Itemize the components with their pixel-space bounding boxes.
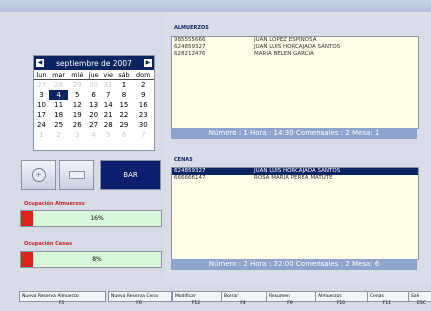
weekday-header: jue <box>86 70 102 80</box>
weekday-header: sáb <box>115 70 133 80</box>
weekday-header: mié <box>68 70 87 80</box>
next-month-button[interactable]: ▶ <box>143 59 152 67</box>
calendar-day[interactable]: 28 <box>49 80 68 91</box>
calendar-day[interactable]: 4 <box>86 130 101 140</box>
reservation-name: JUAN LUIS HORCAJADA SANTOS <box>254 44 341 50</box>
reservation-row[interactable]: 628212476 MARIA BELEN GARCIA <box>172 51 418 58</box>
reservation-row[interactable]: 985555666 JUAN LOPEZ ESPINOSA <box>172 37 418 44</box>
calendar-day[interactable]: 18 <box>49 110 68 120</box>
prev-month-button[interactable]: ◀ <box>36 59 44 67</box>
reservation-row[interactable]: 666666147 ROSA MARIA PEREA MATUTE <box>172 175 418 182</box>
dinner-occupancy-fill <box>21 252 33 267</box>
calendar-day[interactable]: 14 <box>101 100 115 110</box>
calendar-day[interactable]: 27 <box>86 120 101 130</box>
lunch-section-title: ALMUERZOS <box>174 25 209 31</box>
minus-icon <box>68 171 85 179</box>
lunch-occupancy-fill <box>21 211 33 226</box>
reservation-name: MARIA BELEN GARCIA <box>254 51 314 57</box>
reservation-phone: 666666147 <box>174 175 206 181</box>
weekday-header: lun <box>34 70 49 80</box>
calendar-day[interactable]: 9 <box>132 90 154 100</box>
lunch-occupancy-bar: 16% <box>20 210 162 227</box>
reservation-name: JUAN LOPEZ ESPINOSA <box>254 37 317 43</box>
dinner-occupancy-label: Ocupación Cenas <box>24 241 73 247</box>
bar-button-label: BAR <box>123 171 138 179</box>
calendar-day[interactable]: 25 <box>49 120 68 130</box>
calendar-day[interactable]: 11 <box>49 100 68 110</box>
calendar-day[interactable]: 7 <box>132 130 154 140</box>
weekday-header: mar <box>48 70 69 80</box>
function-key-label: F9 <box>287 301 293 306</box>
function-key-label: F4 <box>240 301 246 306</box>
lunch-summary: Número : 1 Hora : 14:30 Comensales : 2 M… <box>171 128 417 139</box>
calendar-day[interactable]: 3 <box>68 130 86 140</box>
calendar-day[interactable]: 5 <box>68 90 86 100</box>
reservation-row[interactable]: 624859327 JUAN LUIS HORCAJADA SANTOS <box>172 168 418 175</box>
calendar-month-label: septiembre de 2007 <box>56 58 132 68</box>
title-bar <box>0 0 431 12</box>
calendar-day[interactable]: 13 <box>86 100 101 110</box>
calendar-day[interactable]: 1 <box>34 130 49 140</box>
weekday-header: vie <box>101 70 116 80</box>
calendar-day[interactable]: 15 <box>115 100 132 110</box>
calendar-day[interactable]: 12 <box>68 100 86 110</box>
reservation-row[interactable]: 624859327 JUAN LUIS HORCAJADA SANTOS <box>172 44 418 51</box>
calendar-day[interactable]: 4 <box>48 90 69 100</box>
function-key-label: F10 <box>336 301 346 306</box>
lunch-reservations-list[interactable]: 985555666 JUAN LOPEZ ESPINOSA 624859327 JUA… <box>171 36 419 129</box>
lunch-occupancy-label: Ocupación Almuerzos <box>24 201 85 207</box>
calendar-day[interactable]: 29 <box>115 120 132 130</box>
calendar-day[interactable]: 10 <box>34 100 49 110</box>
calendar-grid: lun mar mié jue vie sáb dom 27 28 29 30 31 1 2 3 4 5 6 7 8… <box>34 70 154 140</box>
bar-button[interactable]: BAR <box>100 160 161 190</box>
calendar-day[interactable]: 8 <box>115 90 132 100</box>
calendar-day[interactable]: 28 <box>101 120 115 130</box>
lunch-occupancy-value: 16% <box>90 215 104 222</box>
calendar[interactable]: ◀ septiembre de 2007 ▶ lun mar mié jue vie sá… <box>33 55 155 151</box>
calendar-day[interactable]: 6 <box>115 130 132 140</box>
calendar-day[interactable]: 30 <box>132 120 154 130</box>
reservation-name: JUAN LUIS HORCAJADA SANTOS <box>254 168 341 174</box>
calendar-day[interactable]: 5 <box>101 130 115 140</box>
calendar-day[interactable]: 26 <box>68 120 86 130</box>
calendar-header: ◀ septiembre de 2007 ▶ <box>34 56 154 70</box>
calendar-day[interactable]: 3 <box>34 90 49 100</box>
calendar-day[interactable]: 29 <box>68 80 86 91</box>
reservation-name: ROSA MARIA PEREA MATUTE <box>254 175 333 181</box>
weekday-header: dom <box>132 70 154 80</box>
calendar-day[interactable]: 7 <box>101 90 115 100</box>
remove-button[interactable] <box>59 160 94 190</box>
function-key-label: ESC <box>417 301 426 306</box>
calendar-day[interactable]: 21 <box>101 110 115 120</box>
calendar-day[interactable]: 19 <box>68 110 86 120</box>
calendar-day[interactable]: 27 <box>34 80 49 91</box>
add-button[interactable]: + <box>21 160 56 190</box>
function-key-label: F5 <box>58 301 65 306</box>
plus-icon: + <box>31 168 46 182</box>
dinner-reservations-list[interactable]: 624859327 JUAN LUIS HORCAJADA SANTOS 66666… <box>171 167 419 260</box>
calendar-day[interactable]: 20 <box>86 110 101 120</box>
calendar-day[interactable]: 2 <box>132 80 154 91</box>
calendar-day[interactable]: 30 <box>86 80 101 91</box>
calendar-day[interactable]: 2 <box>49 130 68 140</box>
function-key-label: F12 <box>191 301 201 306</box>
calendar-day[interactable]: 6 <box>86 90 101 100</box>
calendar-day[interactable]: 16 <box>132 100 154 110</box>
calendar-day[interactable]: 23 <box>132 110 154 120</box>
dinner-occupancy-bar: 8% <box>20 251 162 268</box>
reservation-phone: 624859327 <box>174 168 206 174</box>
calendar-day[interactable]: 22 <box>115 110 132 120</box>
calendar-day[interactable]: 24 <box>34 120 49 130</box>
reservation-phone: 985555666 <box>174 37 206 43</box>
calendar-day[interactable]: 1 <box>115 80 132 91</box>
calendar-day[interactable]: 17 <box>34 110 49 120</box>
dinner-summary: Número : 2 Hora : 22:00 Comensales : 2 M… <box>171 259 417 270</box>
function-key-label: F6 <box>136 301 142 306</box>
calendar-day[interactable]: 31 <box>101 80 115 91</box>
dinner-section-title: CENAS <box>174 157 193 163</box>
dinner-occupancy-value: 8% <box>92 256 102 263</box>
reservation-phone: 624859327 <box>174 44 206 50</box>
function-key-label: F11 <box>382 301 392 306</box>
reservation-phone: 628212476 <box>174 51 206 57</box>
